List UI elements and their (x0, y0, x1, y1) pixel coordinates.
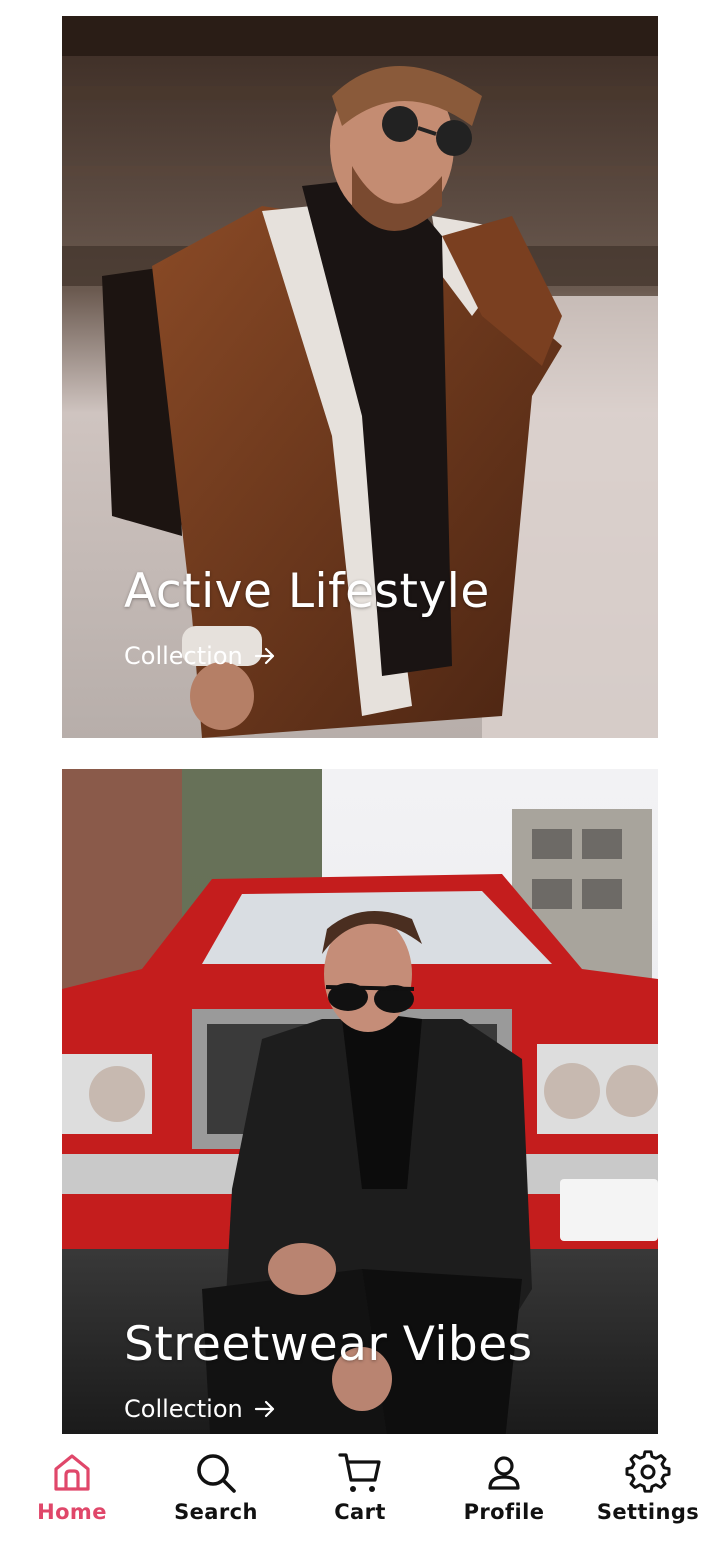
profile-icon (488, 1456, 520, 1490)
nav-item-search[interactable]: Search (144, 1434, 288, 1544)
search-icon (197, 1454, 236, 1493)
app-screen: Active Lifestyle Collection Streetwear V… (0, 0, 720, 1544)
home-icon (54, 1454, 90, 1491)
collection-photo (62, 16, 658, 738)
cart-icon (338, 1453, 381, 1492)
collection-link[interactable]: Collection (124, 642, 277, 670)
collection-card-active-lifestyle[interactable]: Active Lifestyle Collection (62, 16, 658, 738)
collection-title: Active Lifestyle (124, 564, 490, 619)
collection-link-label: Collection (124, 642, 243, 670)
nav-item-home[interactable]: Home (0, 1434, 144, 1544)
nav-label: Settings (596, 1500, 700, 1524)
arrow-right-icon (254, 1400, 274, 1418)
gear-icon (625, 1450, 671, 1493)
bottom-navigation: Home Search Cart Profile Settings (0, 1434, 720, 1544)
nav-label: Search (174, 1500, 258, 1524)
collection-link-label: Collection (124, 1395, 243, 1423)
collection-title: Streetwear Vibes (124, 1317, 533, 1372)
arrow-right-icon (254, 647, 274, 665)
nav-label: Home (37, 1500, 107, 1524)
nav-label: Profile (463, 1500, 545, 1524)
collection-card-streetwear-vibes[interactable]: Streetwear Vibes Collection (62, 769, 658, 1469)
nav-label: Cart (334, 1500, 386, 1524)
collection-link[interactable]: Collection (124, 1395, 277, 1423)
nav-item-settings[interactable]: Settings (576, 1434, 720, 1544)
nav-item-cart[interactable]: Cart (288, 1434, 432, 1544)
nav-item-profile[interactable]: Profile (432, 1434, 576, 1544)
